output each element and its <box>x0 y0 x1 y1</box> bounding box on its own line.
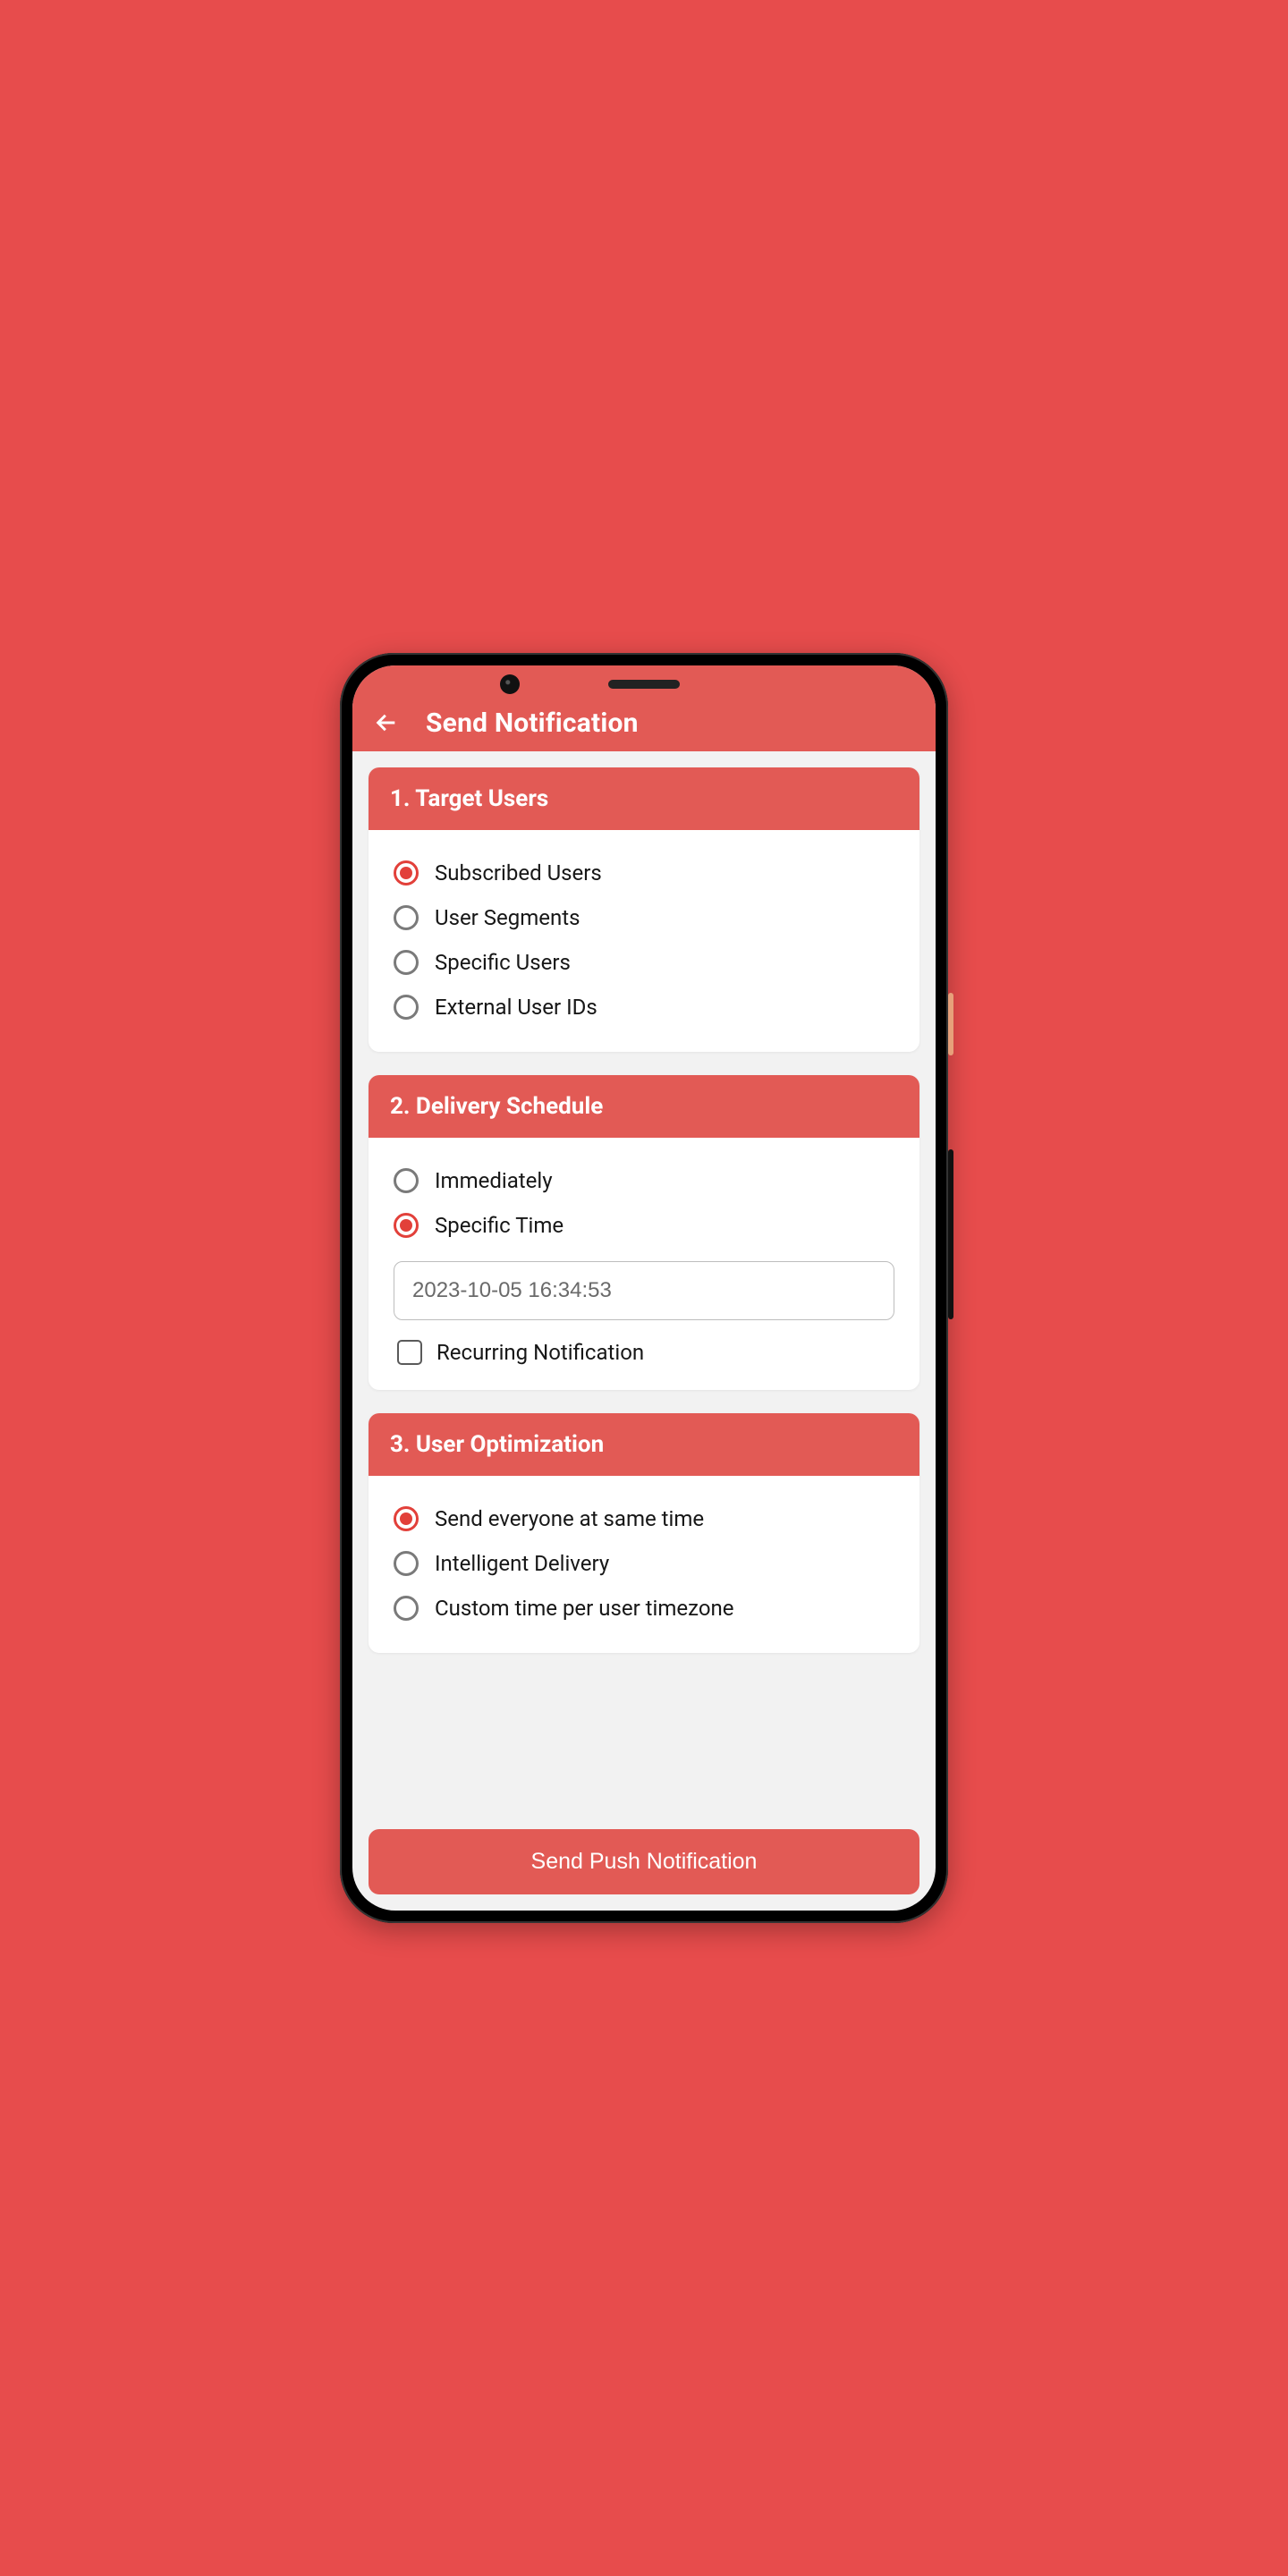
recurring-notification-checkbox[interactable]: Recurring Notification <box>394 1340 894 1365</box>
radio-label: User Segments <box>435 905 580 930</box>
phone-frame: Send Notification 1. Target Users Subscr… <box>340 653 948 1923</box>
checkbox-icon <box>397 1340 422 1365</box>
phone-screen: Send Notification 1. Target Users Subscr… <box>352 665 936 1911</box>
card-body: Send everyone at same time Intelligent D… <box>369 1476 919 1653</box>
page-title: Send Notification <box>426 708 639 739</box>
radio-icon <box>394 1596 419 1621</box>
phone-side-button <box>948 1149 953 1319</box>
radio-subscribed-users[interactable]: Subscribed Users <box>394 853 894 893</box>
section-title: 3. User Optimization <box>369 1413 919 1476</box>
radio-intelligent-delivery[interactable]: Intelligent Delivery <box>394 1544 894 1583</box>
radio-external-user-ids[interactable]: External User IDs <box>394 987 894 1027</box>
send-push-notification-button[interactable]: Send Push Notification <box>369 1829 919 1894</box>
arrow-left-icon <box>374 710 399 735</box>
radio-label: Specific Time <box>435 1213 564 1238</box>
radio-custom-timezone[interactable]: Custom time per user timezone <box>394 1589 894 1628</box>
radio-label: Send everyone at same time <box>435 1506 704 1531</box>
section-title: 2. Delivery Schedule <box>369 1075 919 1138</box>
radio-icon <box>394 905 419 930</box>
radio-user-segments[interactable]: User Segments <box>394 898 894 937</box>
radio-icon <box>394 1506 419 1531</box>
phone-camera <box>500 674 520 694</box>
delivery-schedule-card: 2. Delivery Schedule Immediately Specifi… <box>369 1075 919 1390</box>
radio-label: External User IDs <box>435 995 597 1020</box>
radio-icon <box>394 1168 419 1193</box>
radio-specific-users[interactable]: Specific Users <box>394 943 894 982</box>
radio-icon <box>394 1551 419 1576</box>
radio-label: Intelligent Delivery <box>435 1551 609 1576</box>
checkbox-label: Recurring Notification <box>436 1340 644 1365</box>
radio-label: Subscribed Users <box>435 860 602 886</box>
radio-label: Specific Users <box>435 950 571 975</box>
card-body: Immediately Specific Time Recurring Noti… <box>369 1138 919 1390</box>
section-title: 1. Target Users <box>369 767 919 830</box>
phone-speaker <box>608 680 680 689</box>
card-body: Subscribed Users User Segments Specific … <box>369 830 919 1052</box>
radio-immediately[interactable]: Immediately <box>394 1161 894 1200</box>
radio-label: Immediately <box>435 1168 553 1193</box>
target-users-card: 1. Target Users Subscribed Users User Se… <box>369 767 919 1052</box>
radio-send-same-time[interactable]: Send everyone at same time <box>394 1499 894 1538</box>
datetime-input[interactable] <box>394 1261 894 1320</box>
radio-icon <box>394 1213 419 1238</box>
radio-icon <box>394 995 419 1020</box>
app-bar: Send Notification <box>352 665 936 751</box>
radio-icon <box>394 950 419 975</box>
radio-label: Custom time per user timezone <box>435 1596 734 1621</box>
content-area[interactable]: 1. Target Users Subscribed Users User Se… <box>352 751 936 1911</box>
radio-icon <box>394 860 419 886</box>
back-button[interactable] <box>369 705 404 741</box>
radio-specific-time[interactable]: Specific Time <box>394 1206 894 1245</box>
user-optimization-card: 3. User Optimization Send everyone at sa… <box>369 1413 919 1653</box>
phone-side-button <box>948 993 953 1055</box>
